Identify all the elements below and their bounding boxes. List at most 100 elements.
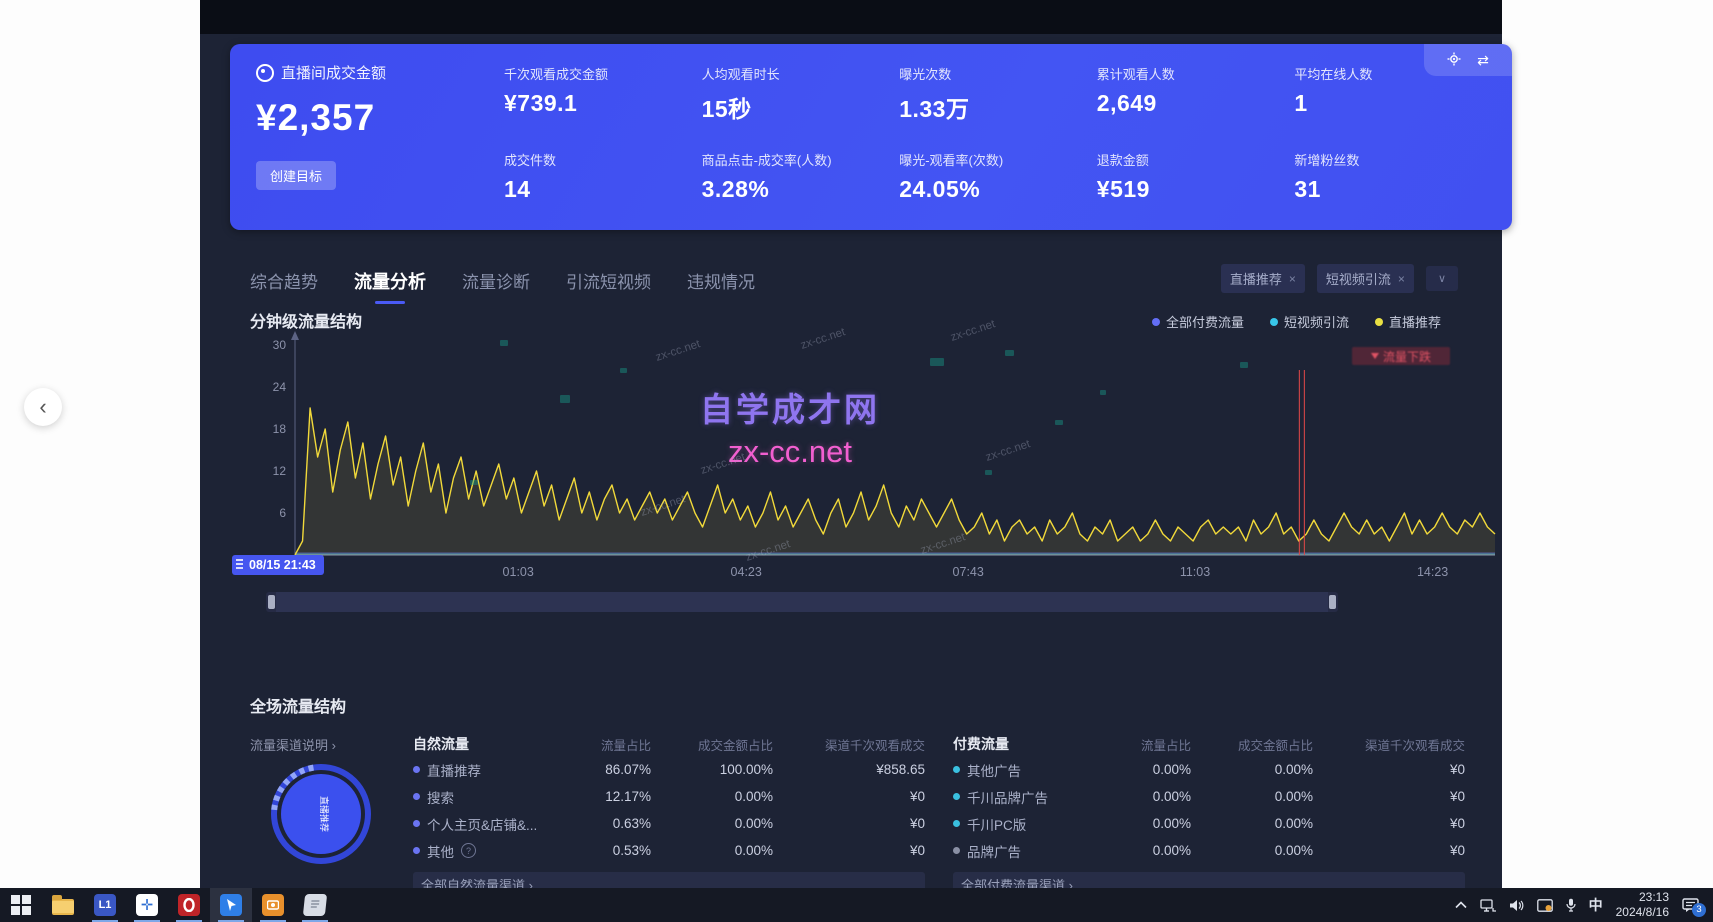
gmv-value: 0.00% [1191, 789, 1313, 804]
tray-clock[interactable]: 23:13 2024/8/16 [1616, 890, 1669, 920]
traffic-drop-alert-badge[interactable]: 流量下跌 [1352, 347, 1450, 365]
metric-cell: 新增粉丝数31 [1294, 150, 1482, 203]
section-title-traffic-structure: 全场流量结构 [250, 693, 346, 717]
table-row[interactable]: 千川PC版 0.00% 0.00% ¥0 [953, 810, 1465, 837]
legend-item-paid[interactable]: 全部付费流量 [1152, 312, 1244, 331]
legend-label: 全部付费流量 [1166, 312, 1244, 331]
share-value: 0.00% [1099, 816, 1191, 831]
remove-tag-icon[interactable]: × [1289, 272, 1296, 286]
info-icon[interactable]: ? [461, 843, 476, 858]
metric-cell: 平均在线人数1 [1294, 64, 1482, 124]
tray-notification-icon[interactable]: 3 [1682, 898, 1699, 913]
minute-traffic-chart: 61218243001:0304:2307:4311:0314:23 [250, 330, 1498, 580]
chart-range-scrollbar[interactable] [266, 592, 1338, 612]
table-row[interactable]: 千川品牌广告 0.00% 0.00% ¥0 [953, 783, 1465, 810]
table-row[interactable]: 品牌广告 0.00% 0.00% ¥0 [953, 837, 1465, 864]
row-dot-icon [413, 793, 420, 800]
share-value: 12.17% [559, 789, 651, 804]
legend-dot-icon [1270, 318, 1278, 326]
gmv-value: 100.00% [651, 762, 773, 777]
analysis-tabs: 综合趋势 流量分析 流量诊断 引流短视频 违规情况 [250, 268, 755, 302]
traffic-donut-chart: 直播推荐 [262, 750, 380, 883]
taskbar-file-explorer[interactable] [42, 888, 84, 922]
window-top-bar [200, 0, 1502, 34]
filter-tag-label: 短视频引流 [1326, 269, 1391, 288]
remove-tag-icon[interactable]: × [1398, 272, 1405, 286]
legend-item-short-video[interactable]: 短视频引流 [1270, 312, 1349, 331]
table-row[interactable]: 个人主页&店铺&... 0.63% 0.00% ¥0 [413, 810, 925, 837]
tab-overall-trend[interactable]: 综合趋势 [250, 268, 318, 302]
table-row[interactable]: 其他? 0.53% 0.00% ¥0 [413, 837, 925, 864]
share-value: 0.53% [559, 843, 651, 858]
tray-chevron-up-icon[interactable] [1455, 901, 1467, 909]
metric-label: 千次观看成交金额 [504, 64, 692, 83]
svg-text:30: 30 [273, 338, 287, 352]
metric-cell: 曝光-观看率(次数)24.05% [899, 150, 1087, 203]
gmv-value: 0.00% [1191, 762, 1313, 777]
tray-network-icon[interactable] [1480, 899, 1496, 912]
tray-volume-icon[interactable] [1509, 899, 1524, 912]
tab-traffic-diagnosis[interactable]: 流量诊断 [462, 268, 530, 302]
metric-label: 新增粉丝数 [1294, 150, 1482, 169]
table-header-row: 付费流量 流量占比 成交金额占比 渠道千次观看成交 [953, 732, 1465, 756]
opera-app-icon [178, 894, 200, 916]
taskbar-app-compass[interactable]: ✛ [126, 888, 168, 922]
taskbar-app-pointer[interactable] [210, 888, 252, 922]
table-row[interactable]: 其他广告 0.00% 0.00% ¥0 [953, 756, 1465, 783]
metric-cell: 成交件数14 [504, 150, 692, 203]
table-row[interactable]: 直播推荐 86.07% 100.00% ¥858.65 [413, 756, 925, 783]
share-value: 0.63% [559, 816, 651, 831]
start-button[interactable] [0, 888, 42, 922]
gpm-value: ¥0 [773, 843, 925, 858]
create-goal-button[interactable]: 创建目标 [256, 161, 336, 190]
filter-tag-label: 直播推荐 [1230, 269, 1282, 288]
tab-violations[interactable]: 违规情况 [687, 268, 755, 302]
tab-traffic-analysis[interactable]: 流量分析 [354, 268, 426, 302]
taskbar-app-notepad[interactable] [294, 888, 336, 922]
scrollbar-range[interactable] [276, 592, 1328, 612]
gpm-value: ¥0 [773, 816, 925, 831]
scrollbar-right-handle[interactable] [1329, 595, 1336, 609]
gmv-value: 0.00% [651, 816, 773, 831]
channel-name: 千川PC版 [967, 814, 1026, 834]
tray-ime-indicator[interactable]: 中 [1589, 895, 1603, 915]
windows-logo-icon [11, 895, 31, 915]
metric-value: 1.33万 [899, 90, 1087, 124]
metric-value: 14 [504, 176, 692, 203]
taskbar-app-camera[interactable] [252, 888, 294, 922]
tray-microphone-icon[interactable] [1566, 898, 1576, 912]
scrollbar-left-handle[interactable] [268, 595, 275, 609]
row-dot-icon [413, 820, 420, 827]
metric-value: ¥739.1 [504, 90, 692, 117]
legend-item-live-recommend[interactable]: 直播推荐 [1375, 312, 1441, 331]
metric-cell: 累计观看人数2,649 [1097, 64, 1285, 124]
filter-tag-short-video[interactable]: 短视频引流 × [1317, 264, 1414, 293]
donut-label: 直播推荐 [319, 796, 330, 832]
svg-text:24: 24 [273, 380, 287, 394]
legend-label: 短视频引流 [1284, 312, 1349, 331]
channel-name: 直播推荐 [427, 760, 481, 780]
taskbar-app-l1[interactable]: L1 [84, 888, 126, 922]
tray-screencast-icon[interactable] [1537, 899, 1553, 912]
time-range-start-badge[interactable]: 08/15 21:43 [232, 555, 324, 575]
table-row[interactable]: 搜索 12.17% 0.00% ¥0 [413, 783, 925, 810]
metric-cell: 商品点击-成交率(人数)3.28% [702, 150, 890, 203]
svg-text:12: 12 [273, 464, 287, 478]
paid-traffic-table: 付费流量 流量占比 成交金额占比 渠道千次观看成交 其他广告 0.00% 0.0… [953, 732, 1465, 896]
col-header-share: 流量占比 [559, 735, 651, 754]
gpm-value: ¥0 [1313, 789, 1465, 804]
filter-tag-live-recommend[interactable]: 直播推荐 × [1221, 264, 1305, 293]
metric-value: 1 [1294, 90, 1482, 117]
share-value: 0.00% [1099, 789, 1191, 804]
channel-name: 个人主页&店铺&... [427, 814, 537, 834]
tab-lead-short-video[interactable]: 引流短视频 [566, 268, 651, 302]
gmv-value: 0.00% [651, 843, 773, 858]
notepad-icon [303, 894, 327, 916]
svg-text:6: 6 [279, 506, 286, 520]
gmv-value: 0.00% [1191, 816, 1313, 831]
start-time-label: 08/15 21:43 [249, 558, 316, 572]
filter-dropdown-chevron-icon[interactable]: ∨ [1426, 266, 1458, 291]
svg-text:18: 18 [273, 422, 287, 436]
taskbar-app-opera[interactable] [168, 888, 210, 922]
carousel-back-button[interactable]: ‹ [24, 388, 62, 426]
